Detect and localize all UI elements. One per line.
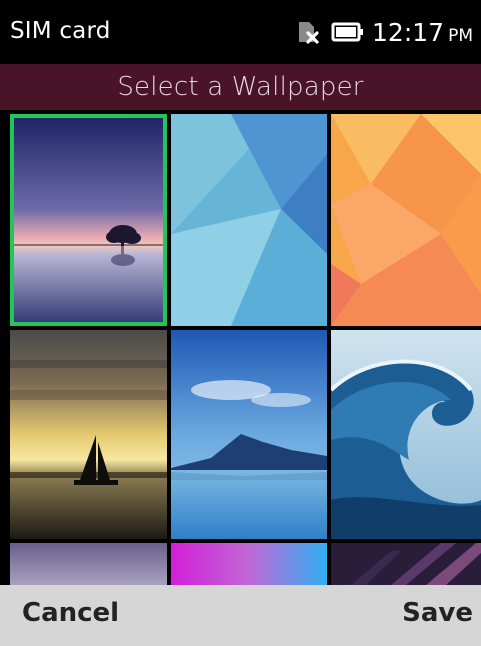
sim-missing-icon: [294, 18, 322, 46]
wallpaper-blue-geometric[interactable]: [171, 114, 327, 326]
wallpaper-magenta-gradient-partial[interactable]: [171, 543, 327, 585]
battery-icon: [330, 21, 364, 43]
carrier-label: SIM card: [10, 18, 111, 44]
wallpaper-mountain-lake[interactable]: [171, 330, 327, 539]
status-bar: SIM card 12:17 PM: [0, 0, 481, 64]
cancel-button[interactable]: Cancel: [22, 598, 119, 628]
wallpaper-ocean-wave[interactable]: [331, 330, 481, 539]
clock-time: 12:17: [372, 17, 445, 47]
wallpaper-sailboat-sunset[interactable]: [10, 330, 167, 539]
wallpaper-tree-reflection-dusk[interactable]: [10, 114, 167, 326]
clock: 12:17 PM: [372, 18, 473, 47]
wallpaper-grid: [0, 110, 481, 585]
save-button[interactable]: Save: [402, 598, 473, 628]
wallpaper-picker-screen: SIM card 12:17 PM Select a Wallpaper Can…: [0, 0, 481, 646]
wallpaper-dark-stripes-partial[interactable]: [331, 543, 481, 585]
wallpaper-purple-partial[interactable]: [10, 543, 167, 585]
clock-ampm: PM: [448, 25, 473, 46]
status-icons: 12:17 PM: [294, 15, 473, 49]
page-title: Select a Wallpaper: [117, 72, 364, 102]
header-bar: Select a Wallpaper: [0, 64, 481, 110]
wallpaper-orange-geometric[interactable]: [331, 114, 481, 326]
softkey-bar: Cancel Save: [0, 585, 481, 646]
